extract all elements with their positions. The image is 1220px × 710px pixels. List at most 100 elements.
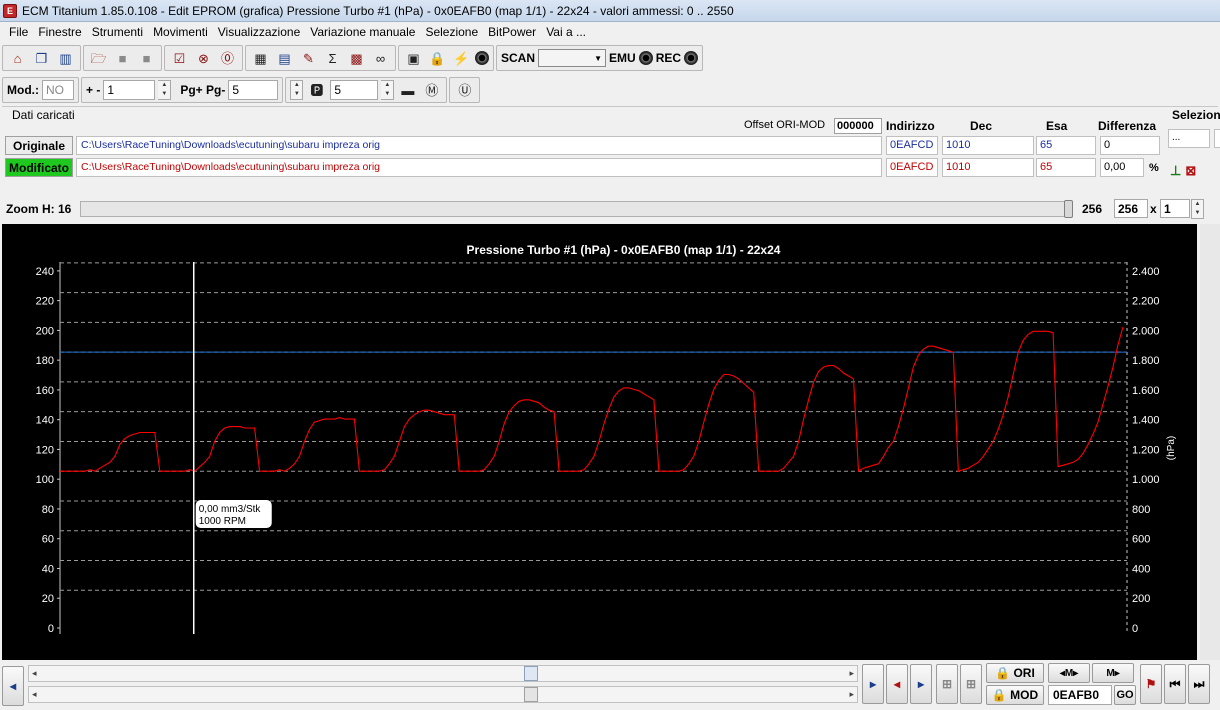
h-scrollbar-2[interactable]: ◂ ▸ bbox=[28, 686, 858, 703]
chart-title: Pressione Turbo #1 (hPa) - 0x0EAFB0 (map… bbox=[467, 243, 781, 257]
next-block-button[interactable]: ▸ bbox=[910, 664, 932, 704]
right-scroll-strip[interactable] bbox=[1200, 224, 1220, 660]
cursor-label-line1: 0,00 mm3/Stk bbox=[199, 504, 262, 515]
u-group: Ⓤ bbox=[449, 77, 481, 103]
menu-selezione[interactable]: Selezione bbox=[420, 25, 483, 39]
series-line bbox=[60, 326, 1124, 473]
rec-label: REC bbox=[655, 51, 682, 65]
step-input[interactable] bbox=[103, 80, 156, 100]
select-all-icon[interactable]: ⊥ bbox=[1170, 163, 1181, 179]
chart-area[interactable]: 0 20 40 60 80 100 120 140 160 180 200 220 240 0 200 400… bbox=[2, 224, 1197, 660]
p-spinner-left[interactable]: ▲ ▼ bbox=[290, 80, 304, 100]
disabled-square-icon[interactable]: ■ bbox=[112, 48, 133, 69]
ori-button[interactable]: 🔒 ORI bbox=[986, 663, 1044, 683]
selezione-title: Selezion bbox=[1172, 108, 1220, 122]
h-scrollbar-1[interactable]: ◂ ▸ bbox=[28, 665, 858, 682]
first-map-button[interactable]: ◂ bbox=[2, 666, 24, 706]
originale-button[interactable]: Originale bbox=[5, 136, 73, 155]
p-spinner[interactable]: ▲ ▼ bbox=[381, 80, 395, 100]
edit-icon[interactable]: ✎ bbox=[298, 48, 319, 69]
originale-dec: 1010 bbox=[942, 136, 1034, 155]
calculator-icon[interactable]: ▤ bbox=[274, 48, 295, 69]
toolbar-group-connect: ▣ 🔒 ⚡ bbox=[398, 45, 494, 71]
zoom-slider-track[interactable] bbox=[80, 201, 1072, 217]
rec-dot-icon[interactable] bbox=[684, 51, 699, 65]
binoculars-icon[interactable]: ∞ bbox=[370, 48, 391, 69]
right-tick-label: 2.000 bbox=[1132, 325, 1160, 337]
offset-label: Offset ORI-MOD bbox=[744, 119, 826, 131]
flag-button[interactable]: ⚑ bbox=[1140, 664, 1162, 704]
home-icon[interactable]: ⌂ bbox=[7, 48, 28, 69]
header-esa: Esa bbox=[1046, 119, 1068, 133]
offset-value[interactable]: 000000 bbox=[834, 118, 882, 134]
modificato-button[interactable]: Modificato bbox=[5, 158, 73, 177]
m-icon[interactable]: ▬ bbox=[397, 80, 418, 101]
right-tick-label: 400 bbox=[1132, 563, 1150, 575]
p-icon[interactable]: 🅿 bbox=[306, 80, 327, 101]
zoom-slider-thumb[interactable] bbox=[1064, 200, 1073, 218]
ori-lock-icon: 🔒 bbox=[995, 666, 1014, 680]
zoom-x-label: x bbox=[1150, 202, 1157, 216]
bottom-bar: ◂ ◂ ▸ ◂ ▸ ▸ ◂ ▸ ⊞ ⊞ 🔒 ORI 🔒 MOD ◂M▸ M▸ 0… bbox=[0, 660, 1220, 710]
plusminus-label: + - bbox=[86, 83, 101, 97]
selezione-box-1[interactable]: ... bbox=[1168, 129, 1210, 148]
sum-icon[interactable]: Σ bbox=[322, 48, 343, 69]
chip-icon[interactable]: ▦ bbox=[250, 48, 271, 69]
step-spinner[interactable]: ▲ ▼ bbox=[158, 80, 172, 100]
windows-icon[interactable]: ❐ bbox=[31, 48, 52, 69]
first-button[interactable]: ⏮ bbox=[1164, 664, 1186, 704]
emu-dot-icon[interactable] bbox=[638, 51, 653, 65]
ori-m-button[interactable]: ◂M▸ bbox=[1048, 663, 1090, 683]
h-scrollbar-2-thumb[interactable] bbox=[524, 687, 538, 702]
p-input[interactable] bbox=[330, 80, 379, 100]
menu-strumenti[interactable]: Strumenti bbox=[87, 25, 148, 39]
selezione-box-2[interactable] bbox=[1214, 129, 1220, 148]
select-clear-icon[interactable]: ⊠ bbox=[1185, 163, 1196, 179]
last-button[interactable]: ⏭ bbox=[1188, 664, 1210, 704]
mod-input[interactable] bbox=[42, 80, 74, 100]
terminal-icon[interactable]: ▣ bbox=[403, 48, 424, 69]
menu-movimenti[interactable]: Movimenti bbox=[148, 25, 213, 39]
tile-icon[interactable]: ▥ bbox=[55, 48, 76, 69]
menu-visualizzazione[interactable]: Visualizzazione bbox=[213, 25, 306, 39]
menu-vai-a[interactable]: Vai a ... bbox=[541, 25, 591, 39]
zoom-width-input[interactable]: 256 bbox=[1114, 199, 1148, 218]
grid-button-1[interactable]: ⊞ bbox=[936, 664, 958, 704]
zoom-spinner[interactable]: ▲ ▼ bbox=[1191, 199, 1204, 219]
address-input[interactable]: 0EAFB0 bbox=[1048, 685, 1112, 705]
menu-finestre[interactable]: Finestre bbox=[33, 25, 86, 39]
m-box-icon[interactable]: Ⓜ bbox=[421, 80, 442, 101]
u-icon[interactable]: Ⓤ bbox=[454, 80, 475, 101]
next-page-button[interactable]: ▸ bbox=[862, 664, 884, 704]
open-folder-icon[interactable]: 🗁 bbox=[88, 48, 109, 69]
graph-icon[interactable]: ▩ bbox=[346, 48, 367, 69]
scan-label: SCAN bbox=[501, 51, 536, 65]
pg-input[interactable] bbox=[228, 80, 279, 100]
runner-icon[interactable]: ⚡ bbox=[451, 48, 472, 69]
zoom-height-input[interactable]: 1 bbox=[1160, 199, 1190, 218]
lock-icon[interactable]: 🔒 bbox=[427, 48, 448, 69]
prev-block-button[interactable]: ◂ bbox=[886, 664, 908, 704]
left-tick-label: 240 bbox=[36, 266, 54, 278]
left-tick-label: 200 bbox=[36, 325, 54, 337]
mod-m-button[interactable]: M▸ bbox=[1092, 663, 1134, 683]
turbo-pressure-chart[interactable]: 0 20 40 60 80 100 120 140 160 180 200 220 240 0 200 400… bbox=[2, 224, 1197, 660]
zoom-value: 256 bbox=[1082, 202, 1103, 216]
grid-button-2[interactable]: ⊞ bbox=[960, 664, 982, 704]
menu-variazione-manuale[interactable]: Variazione manuale bbox=[305, 25, 420, 39]
menu-bitpower[interactable]: BitPower bbox=[483, 25, 541, 39]
record-dot-icon[interactable] bbox=[475, 51, 489, 65]
checksum-icon[interactable]: ⊗ bbox=[193, 48, 214, 69]
mod-lock-icon: 🔒 bbox=[991, 688, 1011, 702]
go-button[interactable]: GO bbox=[1114, 685, 1136, 705]
checklist-icon[interactable]: ☑ bbox=[169, 48, 190, 69]
disabled-square-2-icon[interactable]: ■ bbox=[136, 48, 157, 69]
menu-file[interactable]: File bbox=[4, 25, 33, 39]
zero-icon[interactable]: ⓪ bbox=[217, 48, 238, 69]
h-scrollbar-1-thumb[interactable] bbox=[524, 666, 538, 681]
modificato-dec: 1010 bbox=[942, 158, 1034, 177]
scan-select[interactable]: ▼ bbox=[538, 49, 607, 67]
mod-button[interactable]: 🔒 MOD bbox=[986, 685, 1044, 705]
right-tick-label: 1.800 bbox=[1132, 355, 1160, 367]
toolbar-group-edit: 🗁 ■ ■ bbox=[83, 45, 162, 71]
